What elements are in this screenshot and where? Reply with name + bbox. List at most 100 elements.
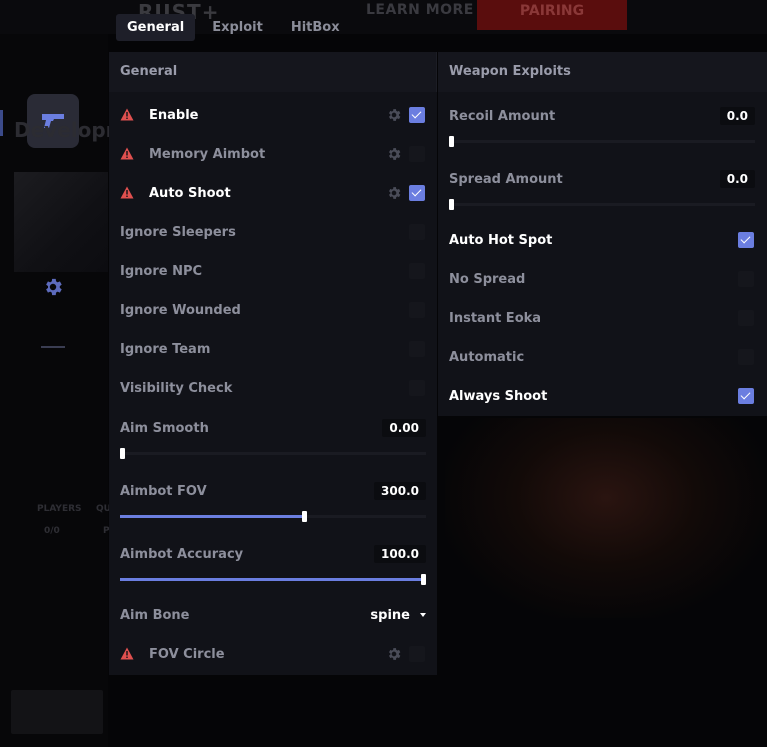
slider-track-aimbot-accuracy[interactable] (120, 574, 426, 585)
slider-handle[interactable] (302, 511, 307, 522)
checkbox-always-shoot[interactable] (738, 388, 754, 404)
tab-hitbox[interactable]: HitBox (280, 14, 351, 41)
slider-handle[interactable] (449, 199, 454, 210)
settings-gear-icon[interactable] (386, 146, 402, 162)
toggle-label: Auto Hot Spot (449, 232, 553, 248)
slider-track-aim-smooth[interactable] (120, 448, 426, 459)
menu-tabs: General Exploit HitBox (116, 14, 351, 41)
toggle-label: Ignore NPC (120, 263, 203, 279)
toggle-row-always-shoot[interactable]: Always Shoot (438, 386, 767, 406)
toggle-row-automatic[interactable]: Automatic (438, 347, 767, 367)
pairing-button[interactable]: PAIRING (477, 0, 627, 30)
slider-track-spread-amount[interactable] (449, 199, 755, 210)
toggle-label: Auto Shoot (149, 185, 231, 201)
toggle-row-instant-eoka[interactable]: Instant Eoka (438, 308, 767, 328)
toggle-label: Ignore Wounded (120, 302, 241, 318)
warning-icon (120, 108, 134, 122)
slider-label: Aimbot Accuracy (120, 546, 244, 562)
toggle-row-auto-shoot[interactable]: Auto Shoot (109, 183, 437, 203)
slider-track-recoil-amount[interactable] (449, 136, 755, 147)
toggle-row-ignore-sleepers[interactable]: Ignore Sleepers (109, 222, 437, 242)
warning-icon (120, 147, 134, 161)
toggle-label: Instant Eoka (449, 310, 542, 326)
aim-bone-value: spine (370, 607, 410, 623)
checkbox-auto-shoot[interactable] (409, 185, 425, 201)
toggle-row-memory-aimbot[interactable]: Memory Aimbot (109, 144, 437, 164)
toggle-row-fov-circle[interactable]: FOV Circle (109, 644, 437, 664)
slider-row-spread-amount: Spread Amount 0.0 (438, 169, 767, 189)
checkbox-ignore-team[interactable] (409, 341, 425, 357)
slider-fill (120, 515, 304, 518)
checkbox-ignore-npc[interactable] (409, 263, 425, 279)
weapon-exploits-panel: Weapon Exploits Recoil Amount 0.0 Spread A… (438, 52, 767, 416)
checkbox-instant-eoka[interactable] (738, 310, 754, 326)
toggle-label: Always Shoot (449, 388, 548, 404)
slider-label: Aim Smooth (120, 420, 209, 436)
general-panel-title: General (109, 52, 437, 92)
toggle-label: Memory Aimbot (149, 146, 266, 162)
toggle-row-ignore-npc[interactable]: Ignore NPC (109, 261, 437, 281)
slider-value[interactable]: 100.0 (374, 545, 426, 563)
minus-icon (41, 346, 65, 348)
toggle-label: Visibility Check (120, 380, 233, 396)
background-image (445, 418, 767, 618)
tab-general[interactable]: General (116, 14, 196, 41)
slider-label: Spread Amount (449, 171, 563, 187)
checkbox-auto-hot-spot[interactable] (738, 232, 754, 248)
server-thumbnail (14, 172, 108, 272)
slider-track-aimbot-fov[interactable] (120, 511, 426, 522)
checkbox-ignore-wounded[interactable] (409, 302, 425, 318)
settings-gear-icon[interactable] (386, 185, 402, 201)
checkbox-enable[interactable] (409, 107, 425, 123)
slider-row-aim-smooth: Aim Smooth 0.00 (109, 418, 437, 438)
toggle-label: Ignore Sleepers (120, 224, 236, 240)
slider-label: Aimbot FOV (120, 483, 207, 499)
stat-players-label: PLAYERS (37, 504, 82, 514)
general-panel: General Enable Memory Aimbot Auto Shoot Ign… (109, 52, 437, 675)
toggle-row-no-spread[interactable]: No Spread (438, 269, 767, 289)
weapon-exploits-panel-title: Weapon Exploits (438, 52, 767, 92)
aim-bone-row: Aim Bone spine (109, 605, 437, 625)
slider-fill (120, 578, 426, 581)
settings-gear-icon[interactable] (386, 646, 402, 662)
toggle-row-auto-hot-spot[interactable]: Auto Hot Spot (438, 230, 767, 250)
slider-row-recoil-amount: Recoil Amount 0.0 (438, 106, 767, 126)
slider-row-aimbot-fov: Aimbot FOV 300.0 (109, 481, 437, 501)
slider-handle[interactable] (120, 448, 125, 459)
chevron-down-icon (420, 613, 426, 617)
slider-handle[interactable] (449, 136, 454, 147)
toggle-label: Enable (149, 107, 199, 123)
slider-value[interactable]: 0.0 (719, 107, 755, 125)
settings-gear-icon[interactable] (386, 107, 402, 123)
checkbox-no-spread[interactable] (738, 271, 754, 287)
toggle-row-ignore-wounded[interactable]: Ignore Wounded (109, 300, 437, 320)
toggle-label: FOV Circle (149, 646, 225, 662)
warning-icon (120, 186, 134, 200)
checkbox-automatic[interactable] (738, 349, 754, 365)
toggle-row-enable[interactable]: Enable (109, 105, 437, 125)
gear-icon (46, 278, 62, 296)
aim-bone-dropdown[interactable]: spine (370, 608, 426, 623)
slider-value[interactable]: 0.0 (719, 170, 755, 188)
toggle-label: Automatic (449, 349, 525, 365)
aim-bone-label: Aim Bone (120, 607, 190, 623)
stat-players-value: 0/0 (44, 526, 60, 536)
toggle-label: Ignore Team (120, 341, 211, 357)
slider-label: Recoil Amount (449, 108, 556, 124)
learn-more-button[interactable]: LEARN MORE (366, 2, 474, 18)
slider-value[interactable]: 0.00 (382, 419, 426, 437)
slider-handle[interactable] (421, 574, 426, 585)
tab-exploit[interactable]: Exploit (201, 14, 274, 41)
checkbox-memory-aimbot[interactable] (409, 146, 425, 162)
sidebar-active-indicator (0, 110, 3, 136)
toggle-row-visibility-check[interactable]: Visibility Check (109, 378, 437, 398)
slider-row-aimbot-accuracy: Aimbot Accuracy 100.0 (109, 544, 437, 564)
checkbox-fov-circle[interactable] (409, 646, 425, 662)
sidebar-item-minimize[interactable] (27, 320, 79, 374)
toggle-label: No Spread (449, 271, 526, 287)
background-bottom-button[interactable] (11, 690, 103, 734)
checkbox-visibility-check[interactable] (409, 380, 425, 396)
slider-value[interactable]: 300.0 (374, 482, 426, 500)
checkbox-ignore-sleepers[interactable] (409, 224, 425, 240)
toggle-row-ignore-team[interactable]: Ignore Team (109, 339, 437, 359)
